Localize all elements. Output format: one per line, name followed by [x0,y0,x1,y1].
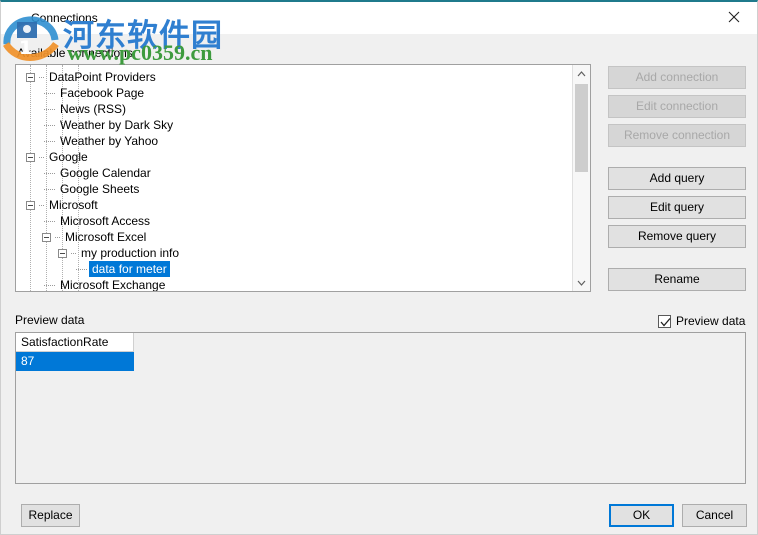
collapse-toggle-icon[interactable] [42,233,51,243]
edit-query-button[interactable]: Edit query [608,196,746,219]
tree-connector [44,92,55,95]
tree-item-label: Microsoft Access [60,214,151,228]
tree-item-google-calendar[interactable]: Google Calendar [16,165,572,181]
grid-cell[interactable]: 87 [16,352,134,371]
connections-dialog: Connections Available connections DataPo… [0,0,758,535]
close-icon[interactable] [711,2,757,32]
tree-item-label: Google Calendar [60,166,151,180]
tree-connector [39,76,44,79]
tree-item-label: Google Sheets [60,182,140,196]
tree-connector [44,108,55,111]
tree-item-weather-by-dark-sky[interactable]: Weather by Dark Sky [16,117,572,133]
add-connection-button: Add connection [608,66,746,89]
rename-button[interactable]: Rename [608,268,746,291]
preview-data-label: Preview data [15,313,85,327]
tree-item-weather-by-yahoo[interactable]: Weather by Yahoo [16,133,572,149]
tree-item-label: Facebook Page [60,86,145,100]
tree-connector [44,172,55,175]
tree-item-label: Microsoft [49,198,98,212]
tree-connector [44,284,55,287]
add-query-button[interactable]: Add query [608,167,746,190]
grid-header-row: SatisfactionRate [16,333,134,352]
cancel-button[interactable]: Cancel [682,504,747,527]
tree-item-datapoint-providers[interactable]: DataPoint Providers [16,69,572,85]
collapse-toggle-icon[interactable] [26,73,35,83]
tree-item-label: my production info [81,246,180,260]
tree-connector [44,188,55,191]
preview-data-grid[interactable]: SatisfactionRate 87 [15,332,746,484]
tree-item-microsoft-exchange[interactable]: Microsoft Exchange [16,277,572,291]
tree-item-news-rss[interactable]: News (RSS) [16,101,572,117]
replace-button[interactable]: Replace [21,504,80,527]
tree-item-microsoft[interactable]: Microsoft [16,197,572,213]
collapse-toggle-icon[interactable] [58,249,67,259]
tree-item-label: data for meter [89,261,170,277]
available-connections-label: Available connections [17,46,133,60]
tree-item-facebook-page[interactable]: Facebook Page [16,85,572,101]
chevron-up-icon[interactable] [573,65,590,82]
collapse-toggle-icon[interactable] [26,201,35,211]
tree-item-label: Microsoft Excel [65,230,147,244]
tree-connector [71,252,76,255]
tree-connector [76,268,87,271]
tree-item-google-sheets[interactable]: Google Sheets [16,181,572,197]
ok-button[interactable]: OK [609,504,674,527]
chevron-down-icon[interactable] [573,274,590,291]
tree-item-label: Microsoft Exchange [60,278,166,291]
window-title: Connections [31,11,98,25]
scrollbar-thumb[interactable] [575,84,588,172]
tree-item-label: Weather by Dark Sky [60,118,174,132]
preview-data-checkbox[interactable]: Preview data [658,314,745,328]
tree-scrollbar[interactable] [572,65,590,291]
tree-item-label: Weather by Yahoo [60,134,159,148]
collapse-toggle-icon[interactable] [26,153,35,163]
grid-column-header[interactable]: SatisfactionRate [16,333,134,352]
edit-connection-button: Edit connection [608,95,746,118]
connections-tree[interactable]: DataPoint Providers Facebook Page News (RS… [15,64,591,292]
tree-item-data-for-meter[interactable]: data for meter [16,261,572,277]
tree-connector [44,220,55,223]
check-icon [658,314,671,328]
tree-item-microsoft-excel[interactable]: Microsoft Excel [16,229,572,245]
remove-connection-button: Remove connection [608,124,746,147]
title-bar: Connections [1,2,757,34]
tree-item-label: News (RSS) [60,102,127,116]
tree-connector [39,204,44,207]
tree-item-my-production-info[interactable]: my production info [16,245,572,261]
table-row[interactable]: 87 [16,352,134,371]
tree-connector [44,124,55,127]
tree-item-label: DataPoint Providers [49,70,156,84]
preview-data-checkbox-label: Preview data [676,314,746,328]
tree-item-google[interactable]: Google [16,149,572,165]
remove-query-button[interactable]: Remove query [608,225,746,248]
tree-connector [39,156,44,159]
tree-item-microsoft-access[interactable]: Microsoft Access [16,213,572,229]
tree-connector [44,140,55,143]
tree-connector [55,236,60,239]
tree-item-label: Google [49,150,88,164]
tree-item-list: DataPoint Providers Facebook Page News (RS… [16,65,572,291]
